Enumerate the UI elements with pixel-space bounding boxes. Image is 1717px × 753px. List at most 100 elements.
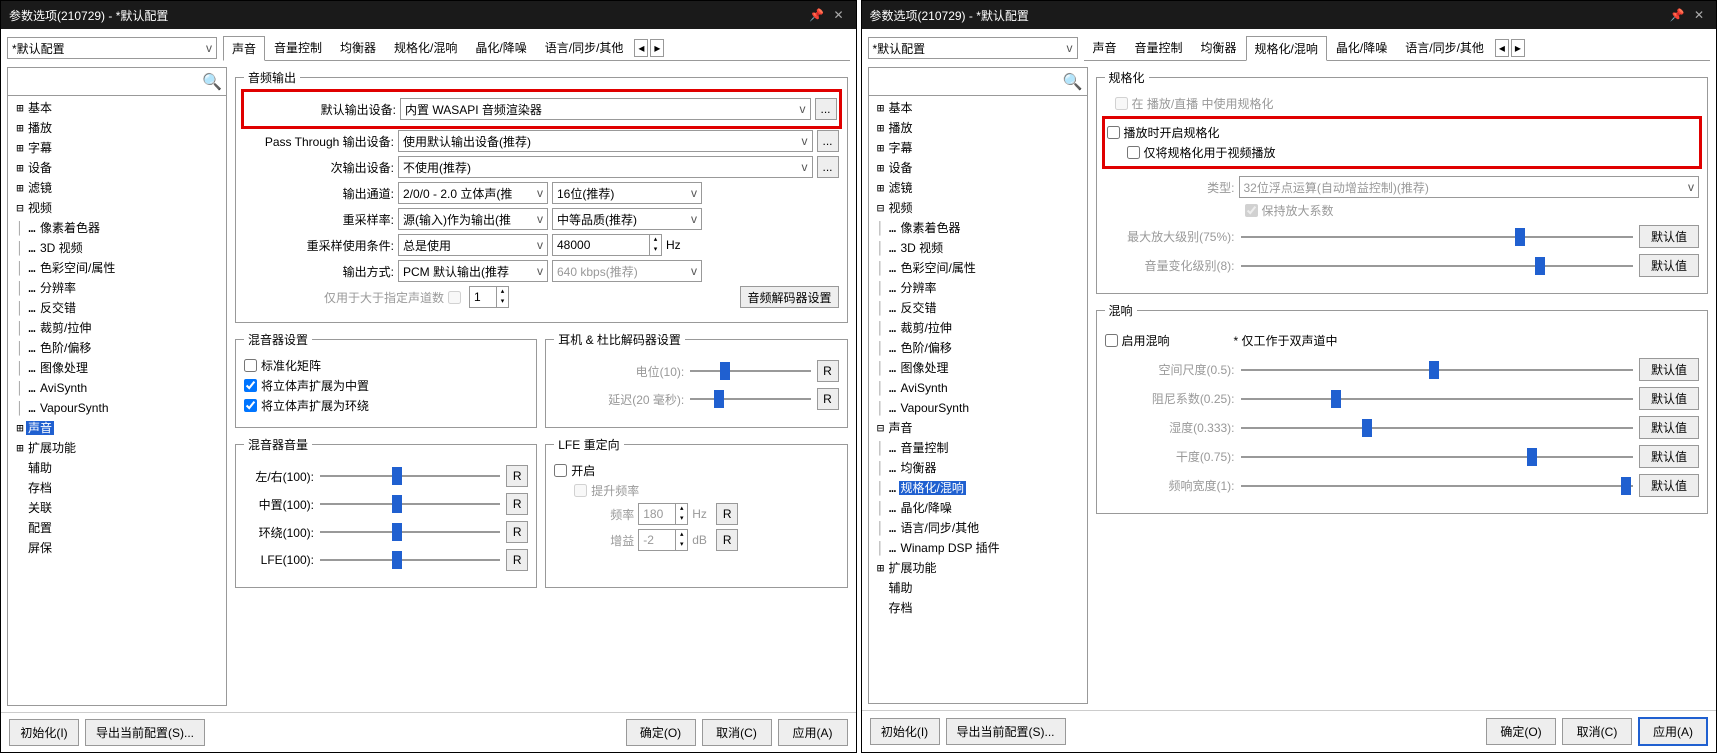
- decoder-settings-button[interactable]: 音频解码器设置: [740, 286, 838, 308]
- tree-node[interactable]: ⊞设备: [871, 158, 1085, 178]
- center-reset[interactable]: R: [506, 493, 528, 515]
- tree-node[interactable]: ⊞基本: [871, 98, 1085, 118]
- tree-node[interactable]: 辅助: [871, 578, 1085, 598]
- tree-node[interactable]: │…均衡器: [871, 458, 1085, 478]
- tab-crystal[interactable]: 晶化/降噪: [1327, 35, 1396, 60]
- search-input[interactable]: [873, 72, 1063, 92]
- category-tree[interactable]: ⊞基本⊞播放⊞字幕⊞设备⊞滤镜⊟视频│…像素着色器│…3D 视频│…色彩空间/属…: [869, 96, 1087, 703]
- tree-node[interactable]: 配置: [10, 518, 224, 538]
- threshold-input[interactable]: 1▴▾: [469, 286, 509, 308]
- tree-node[interactable]: │…色阶/偏移: [10, 338, 224, 358]
- tree-node[interactable]: │…裁剪/拉伸: [871, 318, 1085, 338]
- search-box[interactable]: 🔍: [8, 68, 226, 96]
- tree-node[interactable]: │…色彩空间/属性: [871, 258, 1085, 278]
- tree-node[interactable]: │…裁剪/拉伸: [10, 318, 224, 338]
- delay-reset[interactable]: R: [817, 388, 839, 410]
- damp-default[interactable]: 默认值: [1639, 387, 1699, 410]
- tree-node[interactable]: 屏保: [10, 538, 224, 558]
- level-reset[interactable]: R: [817, 360, 839, 382]
- norm-video-only-check[interactable]: [1127, 146, 1140, 159]
- width-slider[interactable]: [1241, 477, 1634, 495]
- passthrough-select[interactable]: 使用默认输出设备(推荐)v: [398, 130, 813, 152]
- tab-lang[interactable]: 语言/同步/其他: [1396, 35, 1493, 60]
- export-button[interactable]: 导出当前配置(S)...: [85, 719, 205, 746]
- dry-default[interactable]: 默认值: [1639, 445, 1699, 468]
- search-box[interactable]: 🔍: [869, 68, 1087, 96]
- tab-sound[interactable]: 声音: [1084, 35, 1126, 60]
- resample-cond-select[interactable]: 总是使用v: [398, 234, 548, 256]
- tree-node[interactable]: │…图像处理: [10, 358, 224, 378]
- surround-slider[interactable]: [320, 523, 500, 541]
- reverb-enable-check[interactable]: [1105, 334, 1118, 347]
- level-slider[interactable]: [690, 362, 810, 380]
- tree-node[interactable]: 关联: [10, 498, 224, 518]
- width-default[interactable]: 默认值: [1639, 474, 1699, 497]
- tab-next[interactable]: ▸: [1511, 39, 1525, 57]
- lfe-reset[interactable]: R: [506, 549, 528, 571]
- tab-prev[interactable]: ◂: [634, 39, 648, 57]
- tab-eq[interactable]: 均衡器: [331, 35, 385, 60]
- tree-node[interactable]: ⊞滤镜: [10, 178, 224, 198]
- damp-slider[interactable]: [1241, 390, 1634, 408]
- tree-node[interactable]: │…晶化/降噪: [871, 498, 1085, 518]
- vol-change-default[interactable]: 默认值: [1639, 254, 1699, 277]
- apply-button[interactable]: 应用(A): [778, 719, 848, 746]
- tree-node[interactable]: ⊟声音: [871, 418, 1085, 438]
- passthrough-more[interactable]: ...: [817, 130, 839, 152]
- close-icon[interactable]: ✕: [830, 6, 848, 24]
- norm-matrix-check[interactable]: [244, 359, 257, 372]
- tab-next[interactable]: ▸: [650, 39, 664, 57]
- init-button[interactable]: 初始化(I): [870, 718, 940, 745]
- close-icon[interactable]: ✕: [1690, 6, 1708, 24]
- vol-change-slider[interactable]: [1241, 257, 1634, 275]
- dry-slider[interactable]: [1241, 448, 1634, 466]
- lr-slider[interactable]: [320, 467, 500, 485]
- wet-slider[interactable]: [1241, 419, 1634, 437]
- max-gain-slider[interactable]: [1241, 228, 1634, 246]
- tree-node[interactable]: ⊞扩展功能: [10, 438, 224, 458]
- tree-node[interactable]: ⊞扩展功能: [871, 558, 1085, 578]
- init-button[interactable]: 初始化(I): [9, 719, 79, 746]
- tree-node[interactable]: ⊟视频: [10, 198, 224, 218]
- tree-node[interactable]: ⊞字幕: [10, 138, 224, 158]
- lfe-enable-check[interactable]: [554, 464, 567, 477]
- wet-default[interactable]: 默认值: [1639, 416, 1699, 439]
- stereo-center-check[interactable]: [244, 379, 257, 392]
- tree-node[interactable]: │…像素着色器: [871, 218, 1085, 238]
- tree-node[interactable]: │…图像处理: [871, 358, 1085, 378]
- tab-volume[interactable]: 音量控制: [1126, 35, 1192, 60]
- channel-select[interactable]: 2/0/0 - 2.0 立体声(推v: [398, 182, 548, 204]
- tree-node[interactable]: │…反交错: [10, 298, 224, 318]
- tree-node[interactable]: │…色彩空间/属性: [10, 258, 224, 278]
- secondary-more[interactable]: ...: [817, 156, 839, 178]
- tree-node[interactable]: │…AviSynth: [871, 378, 1085, 398]
- ok-button[interactable]: 确定(O): [626, 719, 696, 746]
- lr-reset[interactable]: R: [506, 465, 528, 487]
- pin-icon[interactable]: 📌: [808, 6, 826, 24]
- lfe-gain-reset[interactable]: R: [716, 529, 738, 551]
- tree-node[interactable]: ⊞设备: [10, 158, 224, 178]
- delay-slider[interactable]: [690, 390, 810, 408]
- max-gain-default[interactable]: 默认值: [1639, 225, 1699, 248]
- profile-select[interactable]: *默认配置v: [868, 37, 1078, 59]
- resample-rate-select[interactable]: 源(输入)作为输出(推v: [398, 208, 548, 230]
- tree-node[interactable]: 辅助: [10, 458, 224, 478]
- tree-node[interactable]: │…VapourSynth: [871, 398, 1085, 418]
- tab-lang[interactable]: 语言/同步/其他: [536, 35, 633, 60]
- tree-node[interactable]: │…规格化/混响: [871, 478, 1085, 498]
- room-slider[interactable]: [1241, 361, 1634, 379]
- tree-node[interactable]: │…Winamp DSP 插件: [871, 538, 1085, 558]
- surround-reset[interactable]: R: [506, 521, 528, 543]
- profile-select[interactable]: *默认配置v: [7, 37, 217, 59]
- tree-node[interactable]: │…分辨率: [871, 278, 1085, 298]
- tree-node[interactable]: ⊞滤镜: [871, 178, 1085, 198]
- cancel-button[interactable]: 取消(C): [702, 719, 772, 746]
- tab-normalize[interactable]: 规格化/混响: [385, 35, 466, 60]
- pin-icon[interactable]: 📌: [1668, 6, 1686, 24]
- tree-node[interactable]: ⊞基本: [10, 98, 224, 118]
- tree-node[interactable]: 存档: [10, 478, 224, 498]
- output-method-select[interactable]: PCM 默认输出(推荐v: [398, 260, 548, 282]
- tree-node[interactable]: │…语言/同步/其他: [871, 518, 1085, 538]
- resample-quality-select[interactable]: 中等品质(推荐)v: [552, 208, 702, 230]
- tree-node[interactable]: │…像素着色器: [10, 218, 224, 238]
